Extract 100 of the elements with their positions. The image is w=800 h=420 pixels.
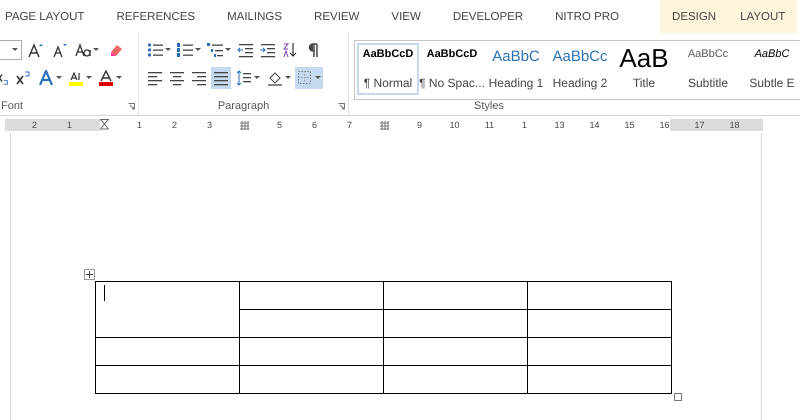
table-cell[interactable] [384, 338, 528, 366]
dropdown-arrow-icon [195, 48, 201, 52]
ribbon-tab[interactable]: DEVELOPER [442, 0, 534, 33]
ruler-number: 10 [449, 120, 460, 130]
table-cell[interactable] [528, 282, 672, 310]
font-color-icon [98, 70, 114, 86]
group-label: Font [1, 100, 24, 114]
ribbon-tab[interactable]: REVIEW [303, 0, 370, 33]
justify-icon [213, 70, 229, 86]
ribbon-tab[interactable]: LAYOUT [728, 0, 798, 33]
ruler-number: 17 [694, 120, 704, 130]
table-cell[interactable] [240, 282, 384, 310]
font-size-field[interactable] [0, 40, 22, 60]
style-name: Subtitle [688, 76, 728, 90]
table-cell[interactable] [384, 366, 528, 394]
ribbon-tab[interactable]: PAGE LAYOUT [0, 0, 96, 33]
text-cursor [104, 285, 105, 301]
align-center-icon [169, 70, 185, 86]
multilevel-list-icon [207, 42, 223, 58]
indent-marker-icon[interactable] [100, 119, 109, 131]
ribbon-tab[interactable]: REFERENCES [105, 0, 206, 33]
style-item[interactable]: AaBbCcD ¶ Normal [357, 43, 419, 95]
table-cell[interactable] [240, 310, 384, 338]
style-name: ¶ No Spac... [419, 76, 485, 90]
ribbon-tab[interactable]: VIEW [380, 0, 432, 33]
table-cell[interactable] [96, 338, 240, 366]
ribbon-tab[interactable]: MAILINGS [216, 0, 294, 33]
ruler-number: 1 [66, 120, 72, 130]
bullet-list-icon [147, 42, 163, 58]
table-cell[interactable] [96, 366, 240, 394]
group-label: Styles [474, 100, 504, 114]
column-marker-icon[interactable] [240, 120, 249, 130]
table-cell[interactable] [240, 338, 384, 366]
ruler-number: 1 [522, 120, 527, 130]
table-cell[interactable] [528, 366, 672, 394]
ruler-number: 7 [346, 120, 352, 130]
ruler-number: 2 [172, 120, 177, 130]
decrease-indent-icon [237, 42, 253, 58]
dropdown-arrow-icon [86, 76, 92, 80]
style-item[interactable]: AaBbC Heading 1 [485, 43, 547, 95]
ruler-number: 18 [729, 120, 740, 130]
dropdown-arrow-icon [285, 76, 291, 80]
style-name: Heading 2 [552, 76, 608, 90]
align-right-icon [191, 70, 207, 86]
style-name: Subtle E [749, 76, 795, 90]
dropdown-arrow-icon [116, 76, 122, 80]
align-left-icon [147, 70, 163, 86]
dropdown-arrow-icon [165, 48, 171, 52]
ruler-number: 14 [589, 120, 600, 130]
style-name: Title [632, 76, 656, 90]
style-preview: AaBbCc [688, 49, 728, 60]
column-marker-icon[interactable] [380, 120, 389, 130]
table-move-handle-icon[interactable] [84, 269, 95, 280]
table-cell[interactable] [384, 282, 528, 310]
ruler-number: 6 [312, 120, 317, 130]
style-item[interactable]: AaB Title [613, 43, 675, 95]
ribbon-tab[interactable]: NITRO PRO [544, 0, 630, 33]
shrink-font-icon [51, 42, 67, 58]
table-cell[interactable] [384, 310, 528, 338]
dropdown-arrow-icon [93, 48, 99, 52]
style-item[interactable]: AaBbCcD ¶ No Spac... [421, 43, 483, 95]
ruler-number: 2 [32, 120, 37, 130]
style-item[interactable]: AaBbCc Heading 2 [549, 43, 611, 95]
ruler-number: 11 [484, 120, 494, 130]
highlighter-icon [68, 70, 84, 86]
font-color-button[interactable] [96, 67, 124, 89]
dropdown-arrow-icon [225, 48, 231, 52]
dropdown-arrow-icon [254, 76, 260, 80]
grow-font-icon [27, 42, 43, 58]
justify-button[interactable] [211, 67, 231, 89]
paint-bucket-icon [267, 70, 283, 86]
style-item[interactable]: AaBbC Subtle E [741, 43, 800, 95]
style-preview: AaB [619, 45, 669, 71]
change-case-icon [75, 42, 91, 58]
style-preview: AaBbC [754, 49, 790, 60]
ruler-number: 1 [136, 120, 142, 130]
style-preview: AaBbCcD [426, 49, 478, 60]
dropdown-arrow-icon [12, 48, 18, 52]
ruler-number: 15 [624, 120, 634, 130]
table-cell[interactable] [96, 282, 240, 338]
dropdown-arrow-icon [56, 76, 62, 80]
ribbon-tab[interactable]: DESIGN [660, 0, 728, 33]
line-spacing-icon [236, 70, 252, 86]
borders-button[interactable] [295, 67, 323, 89]
dialog-launcher-icon[interactable] [338, 103, 345, 110]
table-cell[interactable] [528, 310, 672, 338]
sort-icon [282, 42, 298, 58]
ruler-number: 9 [416, 120, 422, 130]
table-cell[interactable] [528, 338, 672, 366]
table-resize-handle[interactable] [674, 393, 682, 401]
ruler-number: 13 [554, 120, 564, 130]
ruler-number: 16 [659, 120, 670, 130]
table-cell[interactable] [240, 366, 384, 394]
ruler-number: 5 [276, 120, 282, 130]
dialog-launcher-icon[interactable] [128, 103, 135, 110]
dropdown-arrow-icon [315, 76, 321, 80]
style-item[interactable]: AaBbCc Subtitle [677, 43, 739, 95]
style-name: ¶ Normal [364, 76, 412, 90]
style-name: Heading 1 [488, 76, 544, 90]
numbered-list-icon [177, 42, 193, 58]
